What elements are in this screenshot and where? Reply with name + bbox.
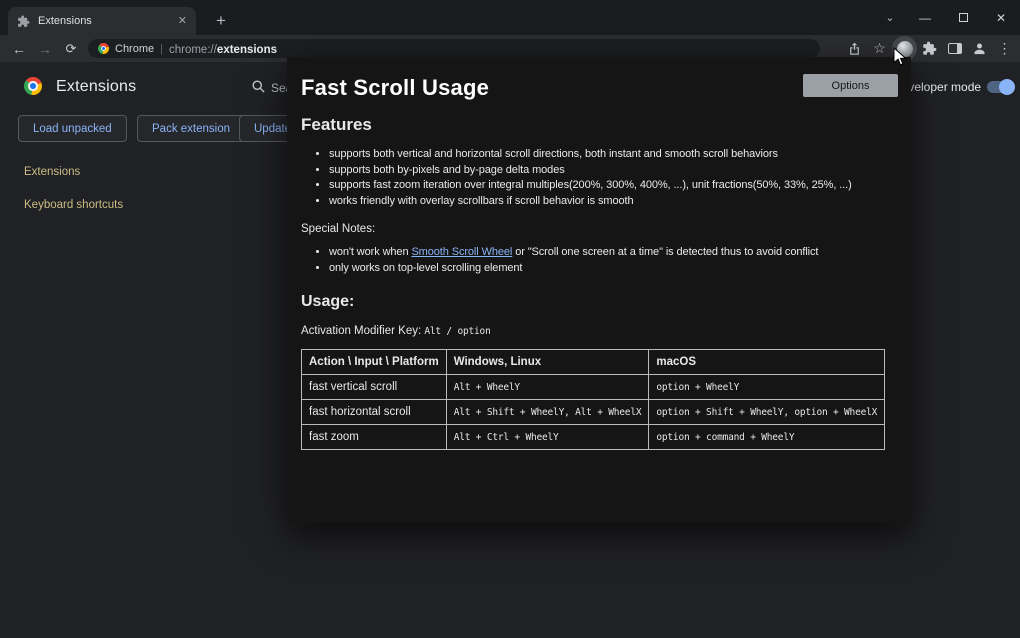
omnibox-app-label: Chrome <box>115 43 154 55</box>
smooth-scroll-wheel-link[interactable]: Smooth Scroll Wheel <box>411 246 512 258</box>
feature-item: supports fast zoom iteration over integr… <box>329 178 897 194</box>
search-icon[interactable] <box>251 79 266 94</box>
usage-table: Action \ Input \ Platform Windows, Linux… <box>301 349 885 450</box>
url-host: extensions <box>217 44 277 56</box>
activation-keys: Alt / option <box>424 326 490 337</box>
note-item: won't work when Smooth Scroll Wheel or "… <box>329 245 897 261</box>
chrome-logo-icon <box>98 43 109 54</box>
extensions-page-logo-icon <box>24 77 42 95</box>
address-bar[interactable]: Chrome | chrome://extensions <box>88 39 820 58</box>
browser-window: Extensions ✕ + ⌄ — ✕ ← → ⟳ Chrome | chro… <box>0 0 1020 638</box>
omnibox-url: chrome://extensions <box>169 40 277 58</box>
features-heading: Features <box>301 115 897 135</box>
new-tab-button[interactable]: + <box>208 8 234 34</box>
note-text: or "Scroll one screen at a time" is dete… <box>512 246 818 258</box>
activation-label: Activation Modifier Key: <box>301 325 424 337</box>
cell-macos-keys: option + Shift + WheelY, option + WheelX <box>649 400 885 425</box>
fast-scroll-popup: Options Fast Scroll Usage Features suppo… <box>287 57 911 523</box>
tab-title: Extensions <box>38 15 170 27</box>
reload-icon[interactable]: ⟳ <box>58 35 84 62</box>
tab-close-icon[interactable]: ✕ <box>178 16 187 27</box>
tab-search-chevron-icon[interactable]: ⌄ <box>874 0 906 35</box>
side-panel-icon[interactable] <box>942 36 967 61</box>
load-unpacked-button[interactable]: Load unpacked <box>18 115 127 142</box>
kebab-menu-icon[interactable]: ⋮ <box>992 36 1017 61</box>
minimize-button[interactable]: — <box>906 0 944 35</box>
pack-extension-button[interactable]: Pack extension <box>137 115 245 142</box>
maximize-icon <box>959 13 968 22</box>
special-notes-heading: Special Notes: <box>301 223 897 235</box>
notes-list: won't work when Smooth Scroll Wheel or "… <box>301 245 897 276</box>
developer-mode-toggle[interactable] <box>987 81 1013 93</box>
omnibox-divider: | <box>160 43 163 55</box>
cell-windows-keys: Alt + Ctrl + WheelY <box>446 425 649 450</box>
table-header-row: Action \ Input \ Platform Windows, Linux… <box>302 350 885 375</box>
options-button[interactable]: Options <box>803 74 898 97</box>
table-row: fast horizontal scroll Alt + Shift + Whe… <box>302 400 885 425</box>
note-item: only works on top-level scrolling elemen… <box>329 261 897 277</box>
page-title: Extensions <box>56 78 136 96</box>
extensions-favicon-icon <box>17 15 30 28</box>
mouse-cursor <box>893 47 907 72</box>
cell-action: fast vertical scroll <box>302 375 447 400</box>
window-controls: ⌄ — ✕ <box>874 0 1020 35</box>
side-panel-glyph <box>948 43 962 54</box>
activation-modifier-line: Activation Modifier Key: Alt / option <box>301 325 897 337</box>
cell-macos-keys: option + command + WheelY <box>649 425 885 450</box>
cell-macos-keys: option + WheelY <box>649 375 885 400</box>
cell-windows-keys: Alt + WheelY <box>446 375 649 400</box>
feature-item: works friendly with overlay scrollbars i… <box>329 194 897 210</box>
note-text: won't work when <box>329 246 411 258</box>
sidebar-item-extensions[interactable]: Extensions <box>24 166 80 178</box>
sidebar-item-keyboard-shortcuts[interactable]: Keyboard shortcuts <box>24 199 123 211</box>
close-button[interactable]: ✕ <box>982 0 1020 35</box>
browser-tab[interactable]: Extensions ✕ <box>8 7 196 35</box>
features-list: supports both vertical and horizontal sc… <box>301 147 897 209</box>
url-scheme: chrome:// <box>169 44 217 56</box>
col-header-action: Action \ Input \ Platform <box>302 350 447 375</box>
profile-avatar-icon[interactable] <box>967 36 992 61</box>
cell-action: fast zoom <box>302 425 447 450</box>
feature-item: supports both by-pixels and by-page delt… <box>329 163 897 179</box>
table-row: fast zoom Alt + Ctrl + WheelY option + c… <box>302 425 885 450</box>
cell-windows-keys: Alt + Shift + WheelY, Alt + WheelX <box>446 400 649 425</box>
titlebar: Extensions ✕ + ⌄ — ✕ <box>0 0 1020 35</box>
cell-action: fast horizontal scroll <box>302 400 447 425</box>
forward-icon[interactable]: → <box>32 35 58 62</box>
maximize-button[interactable] <box>944 0 982 35</box>
usage-heading: Usage: <box>301 292 897 311</box>
feature-item: supports both vertical and horizontal sc… <box>329 147 897 163</box>
col-header-windows-linux: Windows, Linux <box>446 350 649 375</box>
col-header-macos: macOS <box>649 350 885 375</box>
extensions-puzzle-icon[interactable] <box>917 36 942 61</box>
table-row: fast vertical scroll Alt + WheelY option… <box>302 375 885 400</box>
back-icon[interactable]: ← <box>6 35 32 62</box>
